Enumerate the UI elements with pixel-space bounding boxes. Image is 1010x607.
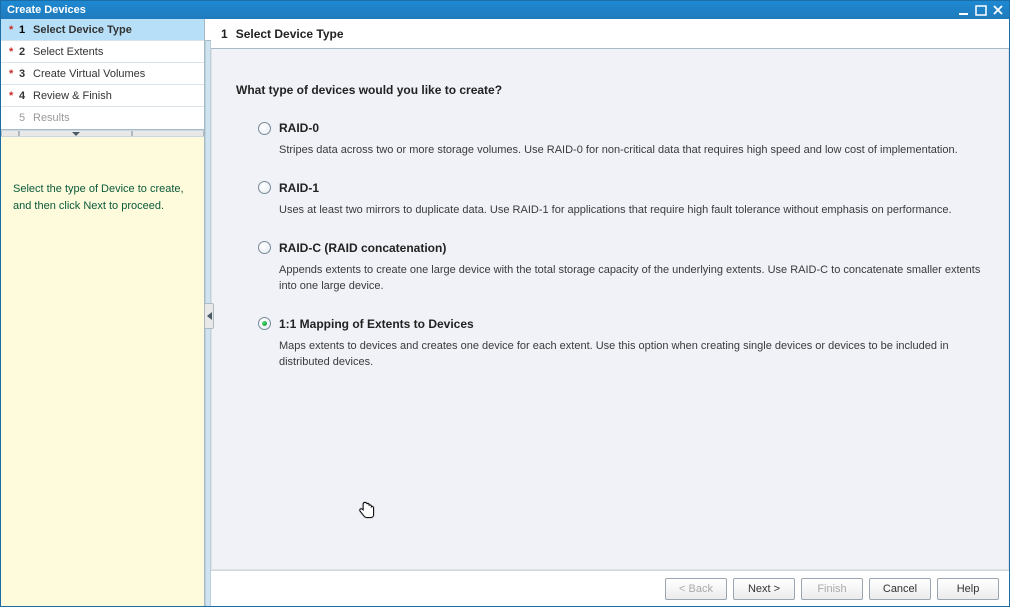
- radio-raid-c[interactable]: RAID-C (RAID concatenation): [258, 241, 992, 255]
- step-number: 2: [19, 46, 33, 58]
- cancel-button[interactable]: Cancel: [869, 578, 931, 600]
- step-label: Create Virtual Volumes: [33, 68, 145, 80]
- finish-button: Finish: [801, 578, 863, 600]
- main-panel: 1 Select Device Type What type of device…: [211, 19, 1009, 606]
- option-title: RAID-0: [279, 121, 319, 135]
- content-area: What type of devices would you like to c…: [211, 49, 1009, 570]
- option-raid-0: RAID-0 Stripes data across two or more s…: [258, 121, 992, 159]
- radio-1to1-mapping[interactable]: 1:1 Mapping of Extents to Devices: [258, 317, 992, 331]
- page-title: 1 Select Device Type: [211, 19, 1009, 49]
- step-select-device-type[interactable]: * 1 Select Device Type: [1, 19, 204, 41]
- step-label: Select Extents: [33, 46, 103, 58]
- option-title: RAID-C (RAID concatenation): [279, 241, 446, 255]
- option-title: RAID-1: [279, 181, 319, 195]
- hint-text: Select the type of Device to create, and…: [13, 183, 184, 212]
- window-title: Create Devices: [7, 4, 958, 16]
- radio-raid-1[interactable]: RAID-1: [258, 181, 992, 195]
- page-title-text: Select Device Type: [236, 27, 344, 41]
- chevron-down-icon: [72, 132, 80, 136]
- wizard-window: Create Devices * 1 Select Device Type: [0, 0, 1010, 607]
- step-select-extents[interactable]: * 2 Select Extents: [1, 41, 204, 63]
- help-button[interactable]: Help: [937, 578, 999, 600]
- splitter-grip[interactable]: [204, 303, 214, 329]
- option-raid-1: RAID-1 Uses at least two mirrors to dupl…: [258, 181, 992, 219]
- option-title: 1:1 Mapping of Extents to Devices: [279, 317, 474, 331]
- step-label: Review & Finish: [33, 90, 112, 102]
- option-1to1-mapping: 1:1 Mapping of Extents to Devices Maps e…: [258, 317, 992, 371]
- option-raid-c: RAID-C (RAID concatenation) Appends exte…: [258, 241, 992, 295]
- hint-panel: Select the type of Device to create, and…: [1, 137, 204, 606]
- horizontal-splitter[interactable]: [1, 130, 204, 137]
- chevron-left-icon: [207, 312, 212, 320]
- step-number: 1: [19, 24, 33, 36]
- question-text: What type of devices would you like to c…: [236, 83, 992, 97]
- minimize-icon[interactable]: [958, 5, 971, 16]
- option-description: Uses at least two mirrors to duplicate d…: [279, 203, 992, 219]
- radio-icon: [258, 241, 271, 254]
- radio-icon: [258, 122, 271, 135]
- page-title-number: 1: [221, 27, 228, 41]
- titlebar: Create Devices: [1, 1, 1009, 19]
- step-number: 3: [19, 68, 33, 80]
- step-results: 5 Results: [1, 107, 204, 129]
- step-create-virtual-volumes[interactable]: * 3 Create Virtual Volumes: [1, 63, 204, 85]
- step-number: 5: [19, 112, 33, 124]
- maximize-icon[interactable]: [975, 5, 988, 16]
- next-button[interactable]: Next >: [733, 578, 795, 600]
- step-label: Select Device Type: [33, 24, 132, 36]
- radio-icon: [258, 181, 271, 194]
- option-description: Appends extents to create one large devi…: [279, 263, 992, 295]
- option-description: Stripes data across two or more storage …: [279, 143, 992, 159]
- required-asterisk-icon: *: [9, 90, 13, 102]
- back-button: < Back: [665, 578, 727, 600]
- option-description: Maps extents to devices and creates one …: [279, 339, 992, 371]
- close-icon[interactable]: [992, 5, 1005, 16]
- wizard-sidebar: * 1 Select Device Type * 2 Select Extent…: [1, 19, 205, 606]
- step-review-finish[interactable]: * 4 Review & Finish: [1, 85, 204, 107]
- radio-icon: [258, 317, 271, 330]
- step-list: * 1 Select Device Type * 2 Select Extent…: [1, 19, 204, 130]
- vertical-splitter[interactable]: [205, 19, 211, 606]
- step-label: Results: [33, 112, 70, 124]
- required-asterisk-icon: *: [9, 68, 13, 80]
- required-asterisk-icon: *: [9, 46, 13, 58]
- radio-raid-0[interactable]: RAID-0: [258, 121, 992, 135]
- step-number: 4: [19, 90, 33, 102]
- wizard-footer: < Back Next > Finish Cancel Help: [211, 570, 1009, 606]
- required-asterisk-icon: *: [9, 24, 13, 36]
